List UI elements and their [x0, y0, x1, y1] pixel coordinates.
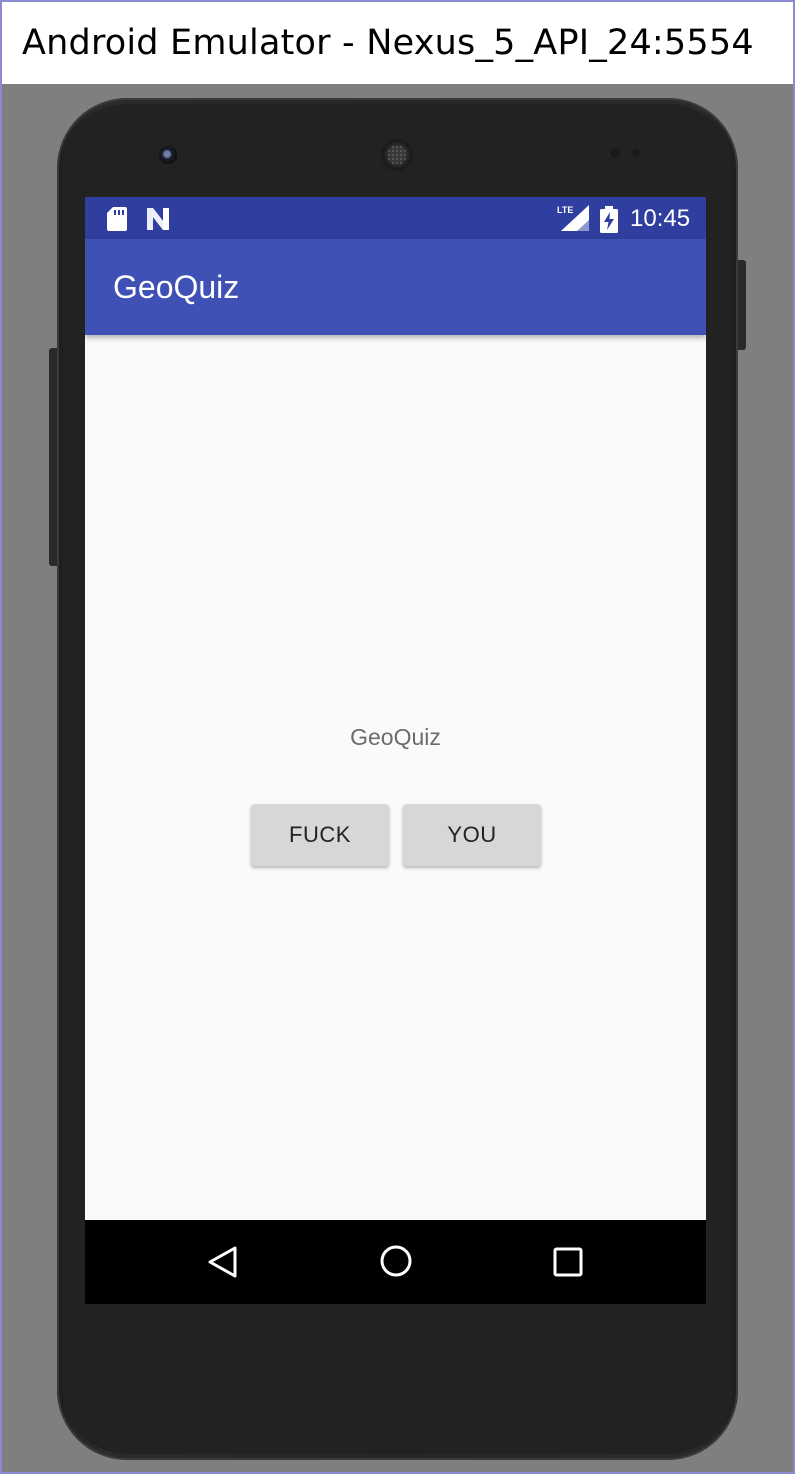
- phone-power-button: [737, 260, 746, 350]
- question-text: GeoQuiz: [350, 724, 441, 750]
- navigation-bar: [85, 1220, 706, 1304]
- proximity-sensor: [610, 148, 620, 158]
- earpiece-speaker: [380, 138, 414, 172]
- device-screen: LTE 10:45 GeoQuiz GeoQuiz FUCK YOU: [85, 197, 706, 1304]
- false-button[interactable]: YOU: [403, 804, 541, 866]
- battery-charging-icon: [600, 206, 618, 233]
- status-time: 10:45: [630, 205, 691, 232]
- app-title: GeoQuiz: [113, 269, 240, 305]
- true-button[interactable]: FUCK: [251, 804, 389, 866]
- svg-text:LTE: LTE: [557, 205, 573, 215]
- home-icon[interactable]: [379, 1244, 413, 1278]
- window-title: Android Emulator - Nexus_5_API_24:5554: [22, 23, 754, 63]
- n-icon: [147, 208, 169, 230]
- lte-signal-icon: LTE: [557, 205, 589, 231]
- recents-icon[interactable]: [552, 1246, 584, 1278]
- window-titlebar[interactable]: Android Emulator - Nexus_5_API_24:5554: [2, 2, 793, 84]
- back-icon[interactable]: [206, 1245, 240, 1279]
- sd-card-icon: [107, 207, 127, 231]
- light-sensor: [632, 149, 640, 157]
- status-bar: LTE 10:45: [85, 197, 706, 239]
- app-bar: GeoQuiz: [85, 239, 706, 335]
- front-camera: [159, 146, 177, 164]
